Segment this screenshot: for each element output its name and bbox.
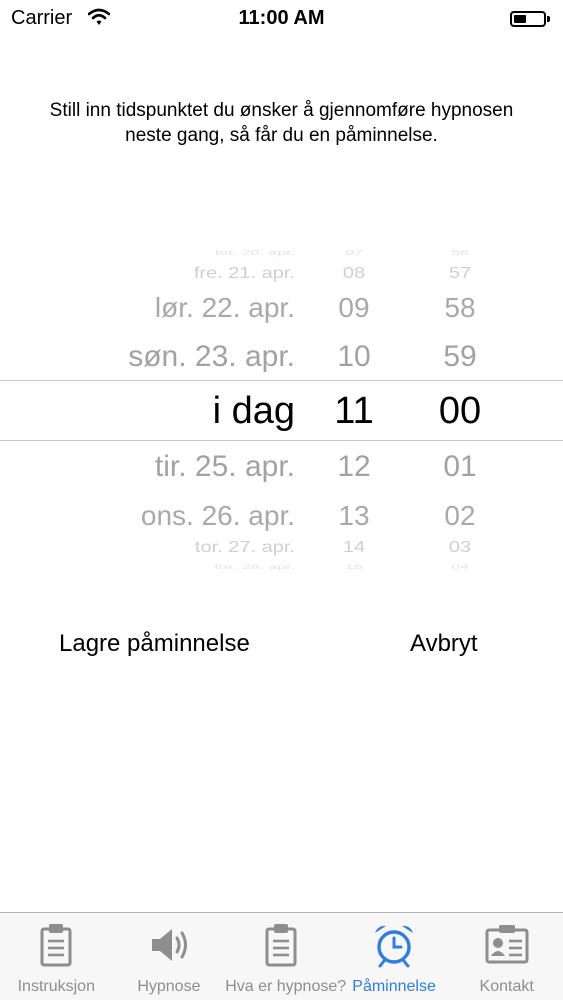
picker-row[interactable]: tor. 20. apr. 07 56 bbox=[0, 249, 563, 258]
status-bar: Carrier 11:00 AM bbox=[0, 0, 563, 40]
picker-minute: 56 bbox=[451, 249, 469, 257]
tab-label: Instruksjon bbox=[17, 978, 95, 995]
status-time: 11:00 AM bbox=[238, 7, 325, 29]
tab-hypnose[interactable]: Hypnose bbox=[113, 913, 226, 1001]
picker-row-selected[interactable]: i dag 11 00 bbox=[0, 390, 563, 436]
picker-minute: 04 bbox=[451, 563, 469, 571]
picker-date: tor. 27. apr. bbox=[194, 538, 295, 556]
picker-hour: 15 bbox=[345, 563, 363, 571]
tab-label: Kontakt bbox=[479, 978, 534, 995]
tab-hva-er-hypnose[interactable]: Hva er hypnose? bbox=[225, 913, 347, 1001]
instruction-text: Still inn tidspunktet du ønsker å gjenno… bbox=[49, 100, 514, 146]
picker-row[interactable]: fre. 28. apr. 15 04 bbox=[0, 564, 563, 572]
tab-instruksjon[interactable]: Instruksjon bbox=[0, 913, 113, 1001]
clipboard-icon bbox=[40, 924, 72, 967]
picker-minute: 00 bbox=[438, 390, 482, 432]
picker-date: ons. 26. apr. bbox=[140, 500, 295, 531]
contact-card-icon bbox=[485, 925, 529, 964]
cancel-button[interactable]: Avbryt bbox=[410, 630, 478, 658]
picker-hour: 13 bbox=[338, 500, 370, 531]
picker-hour: 11 bbox=[334, 390, 374, 432]
tab-bar: Instruksjon Hypnose Hva er hypnose? Påminne… bbox=[0, 912, 563, 1000]
battery-icon bbox=[510, 11, 550, 27]
picker-row[interactable]: lør. 22. apr. 09 58 bbox=[0, 292, 563, 326]
picker-date: i dag bbox=[212, 390, 295, 432]
picker-date: tir. 25. apr. bbox=[154, 450, 295, 483]
picker-minute: 58 bbox=[444, 292, 476, 323]
picker-row[interactable]: tir. 25. apr. 12 01 bbox=[0, 450, 563, 486]
picker-date: tor. 20. apr. bbox=[214, 249, 295, 257]
picker-row[interactable]: tor. 27. apr. 14 03 bbox=[0, 538, 563, 557]
tab-kontakt[interactable]: Kontakt bbox=[450, 913, 563, 1001]
picker-hour: 10 bbox=[337, 340, 371, 373]
picker-minute: 59 bbox=[443, 340, 477, 373]
picker-minute: 03 bbox=[448, 538, 472, 556]
picker-hour: 09 bbox=[338, 292, 370, 323]
tab-label: Hva er hypnose? bbox=[225, 978, 347, 995]
picker-selection-top-line bbox=[0, 380, 563, 381]
picker-date: søn. 23. apr. bbox=[128, 340, 295, 373]
picker-row[interactable]: ons. 26. apr. 13 02 bbox=[0, 500, 563, 534]
picker-date: fre. 21. apr. bbox=[193, 264, 295, 282]
picker-minute: 57 bbox=[448, 264, 472, 282]
picker-hour: 12 bbox=[337, 450, 371, 483]
picker-row[interactable]: fre. 21. apr. 08 57 bbox=[0, 264, 563, 283]
picker-minute: 02 bbox=[444, 500, 476, 531]
picker-date: lør. 22. apr. bbox=[154, 292, 295, 323]
picker-hour: 07 bbox=[345, 249, 363, 257]
picker-row[interactable]: søn. 23. apr. 10 59 bbox=[0, 340, 563, 376]
tab-label: Påminnelse bbox=[352, 978, 436, 995]
clipboard-icon bbox=[265, 924, 297, 967]
picker-selection-bottom-line bbox=[0, 440, 563, 441]
picker-date: fre. 28. apr. bbox=[214, 563, 295, 571]
alarm-clock-icon bbox=[375, 925, 414, 968]
date-time-picker[interactable]: tor. 20. apr. 07 56 fre. 21. apr. 08 57 lør. 2… bbox=[0, 240, 563, 572]
save-reminder-button[interactable]: Lagre påminnelse bbox=[59, 630, 250, 658]
speaker-icon bbox=[151, 929, 187, 961]
tab-paminnelse[interactable]: Påminnelse bbox=[338, 913, 451, 1001]
action-row: Lagre påminnelse Avbryt bbox=[0, 630, 563, 670]
picker-hour: 08 bbox=[342, 264, 366, 282]
tab-label: Hypnose bbox=[137, 978, 201, 995]
picker-minute: 01 bbox=[443, 450, 477, 483]
picker-hour: 14 bbox=[342, 538, 366, 556]
